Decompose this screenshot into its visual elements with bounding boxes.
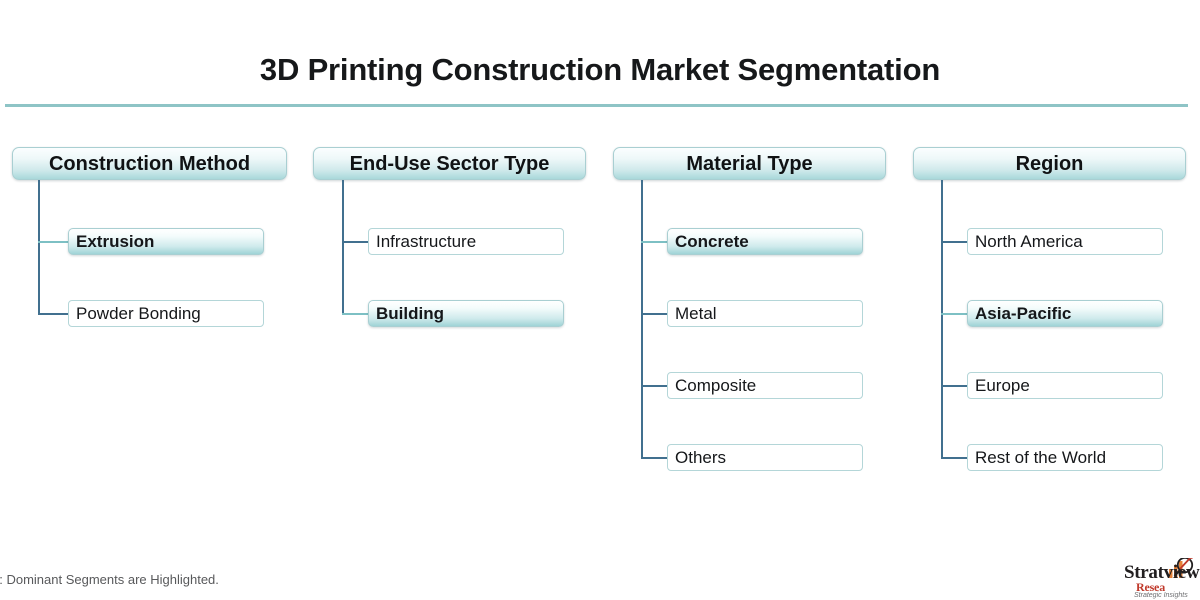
- company-logo: Stratview Resea Strategic Insights: [1124, 558, 1200, 600]
- footnote-note: e: Dominant Segments are Highlighted.: [0, 572, 219, 587]
- segment-item[interactable]: Building: [368, 300, 564, 327]
- connector-branch: [641, 313, 667, 315]
- column-header-construction-method[interactable]: Construction Method: [12, 147, 287, 180]
- segment-item[interactable]: Composite: [667, 372, 863, 399]
- segment-item[interactable]: Metal: [667, 300, 863, 327]
- connector-branch: [342, 241, 368, 243]
- segment-item[interactable]: Extrusion: [68, 228, 264, 255]
- segment-item[interactable]: Powder Bonding: [68, 300, 264, 327]
- segment-item[interactable]: Concrete: [667, 228, 863, 255]
- connector-branch: [941, 241, 967, 243]
- connector-trunk-material-type: [641, 180, 643, 457]
- segment-item[interactable]: North America: [967, 228, 1163, 255]
- segment-item[interactable]: Rest of the World: [967, 444, 1163, 471]
- logo-tagline: Strategic Insights: [1134, 592, 1188, 599]
- page-title: 3D Printing Construction Market Segmenta…: [259, 52, 941, 87]
- connector-branch: [941, 385, 967, 387]
- column-header-end-use-sector-type[interactable]: End-Use Sector Type: [313, 147, 586, 180]
- connector-branch: [38, 313, 68, 315]
- connector-trunk-end-use-sector-type: [342, 180, 344, 313]
- connector-branch: [641, 241, 667, 243]
- segmentation-slide: 3D Printing Construction Market Segmenta…: [0, 0, 1200, 600]
- connector-branch: [38, 241, 68, 243]
- connector-branch: [941, 457, 967, 459]
- connector-branch: [342, 313, 368, 315]
- connector-branch: [941, 313, 967, 315]
- segment-item[interactable]: Europe: [967, 372, 1163, 399]
- segment-item[interactable]: Infrastructure: [368, 228, 564, 255]
- connector-branch: [641, 457, 667, 459]
- connector-trunk-region: [941, 180, 943, 457]
- connector-trunk-construction-method: [38, 180, 40, 313]
- title-divider: [5, 104, 1188, 107]
- column-header-material-type[interactable]: Material Type: [613, 147, 886, 180]
- segment-item[interactable]: Asia-Pacific: [967, 300, 1163, 327]
- column-header-region[interactable]: Region: [913, 147, 1186, 180]
- connector-branch: [641, 385, 667, 387]
- segment-item[interactable]: Others: [667, 444, 863, 471]
